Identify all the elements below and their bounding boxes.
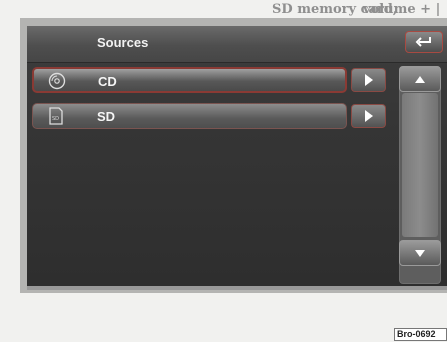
screen-bottom-edge xyxy=(27,286,447,290)
disc-icon xyxy=(48,72,66,90)
source-label-cd: CD xyxy=(98,74,117,89)
source-item-cd[interactable]: CD xyxy=(32,67,347,93)
play-arrow-icon xyxy=(364,110,373,122)
source-item-sd[interactable]: SD SD xyxy=(32,103,347,129)
svg-text:SD: SD xyxy=(52,116,59,122)
source-label-sd: SD xyxy=(97,109,116,124)
scroll-down-button[interactable] xyxy=(399,240,441,266)
page-top-text: SD memory card, volume + | xyxy=(0,0,447,18)
chevron-up-icon xyxy=(415,75,425,83)
page-top-text-right: volume + | xyxy=(363,2,441,17)
sd-card-icon: SD xyxy=(49,107,63,125)
back-button[interactable] xyxy=(405,31,443,53)
chevron-down-icon xyxy=(415,249,425,257)
source-cd-open-button[interactable] xyxy=(351,68,386,92)
infotainment-screen: Sources CD SD SD xyxy=(27,26,447,286)
reference-code-label: Bro-0692 xyxy=(394,328,447,341)
header-bar: Sources xyxy=(27,26,447,63)
scroll-up-button[interactable] xyxy=(399,66,441,92)
back-arrow-icon xyxy=(415,37,431,47)
play-arrow-icon xyxy=(364,74,373,86)
page-title: Sources xyxy=(97,35,149,50)
source-sd-open-button[interactable] xyxy=(351,104,386,128)
scrollbar-thumb[interactable] xyxy=(402,93,438,237)
